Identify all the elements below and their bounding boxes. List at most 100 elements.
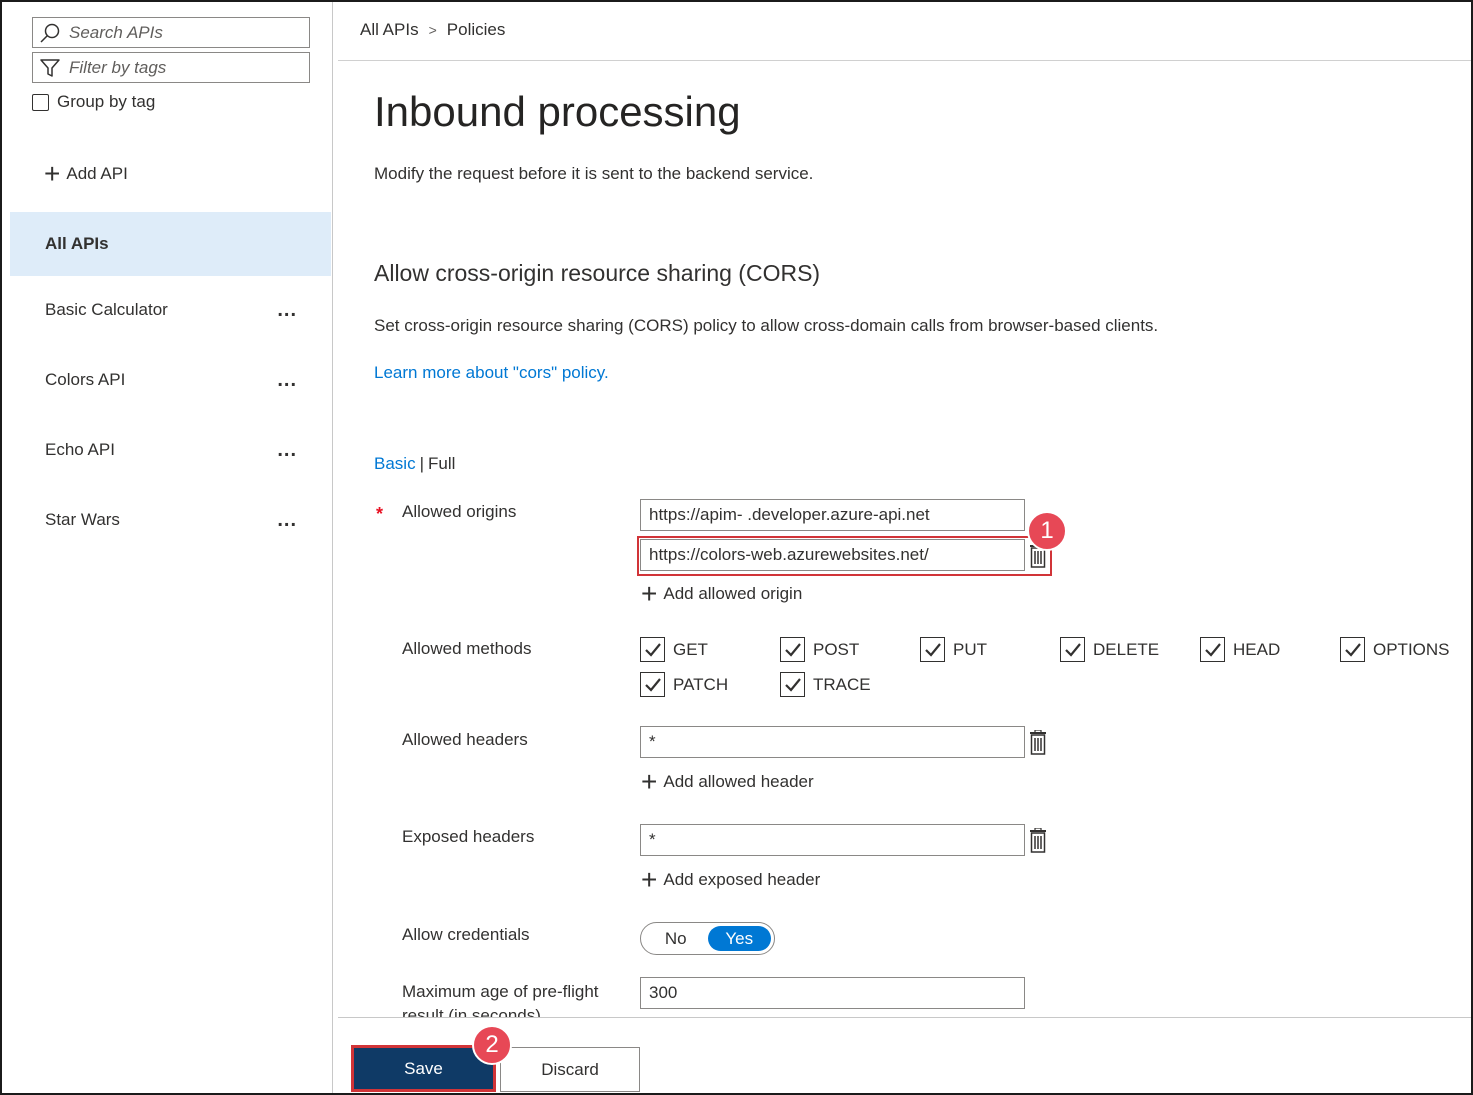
mode-separator: |	[419, 454, 424, 473]
required-marker: *	[376, 504, 384, 524]
add-api-label: Add API	[66, 164, 128, 183]
method-label: TRACE	[813, 674, 871, 694]
filter-tags-placeholder: Filter by tags	[69, 57, 167, 77]
plus-icon: +	[44, 158, 61, 189]
add-api-button[interactable]: + Add API	[44, 158, 128, 189]
callout-badge-2: 2	[472, 1025, 512, 1065]
checkbox-checked[interactable]	[780, 672, 805, 697]
exposed-headers-input[interactable]: *	[640, 824, 1025, 856]
add-allowed-origin-button[interactable]: + Add allowed origin	[641, 578, 803, 609]
sidebar-item-label: Basic Calculator	[45, 300, 168, 319]
plus-icon: +	[641, 578, 658, 609]
divider	[338, 60, 1471, 61]
max-age-input[interactable]: 300	[640, 977, 1025, 1009]
plus-icon: +	[641, 766, 658, 797]
method-trace-checkbox[interactable]: TRACE	[780, 672, 871, 697]
sidebar-item-basic-calculator[interactable]: Basic Calculator ...	[10, 278, 331, 342]
method-post-checkbox[interactable]: POST	[780, 637, 859, 662]
group-by-tag-label: Group by tag	[57, 92, 156, 111]
method-label: GET	[673, 639, 708, 659]
more-options-icon[interactable]: ...	[277, 488, 297, 552]
discard-button[interactable]: Discard	[500, 1047, 640, 1092]
filter-tags-input[interactable]: Filter by tags	[32, 52, 310, 83]
plus-icon: +	[641, 864, 658, 895]
breadcrumb-all-apis[interactable]: All APIs	[360, 20, 419, 40]
check-icon	[924, 642, 941, 657]
more-options-icon[interactable]: ...	[277, 278, 297, 342]
add-allowed-header-button[interactable]: + Add allowed header	[641, 766, 814, 797]
highlight-box-origin	[637, 536, 1052, 576]
trash-icon[interactable]	[1027, 730, 1049, 756]
toggle-option-no[interactable]: No	[644, 926, 708, 951]
checkbox-checked[interactable]	[640, 672, 665, 697]
callout-badge-1: 1	[1027, 511, 1067, 551]
check-icon	[644, 677, 661, 692]
allow-credentials-label: Allow credentials	[402, 925, 530, 944]
checkbox-checked[interactable]	[920, 637, 945, 662]
method-get-checkbox[interactable]: GET	[640, 637, 708, 662]
page-subtitle: Modify the request before it is sent to …	[374, 164, 814, 183]
check-icon	[644, 642, 661, 657]
breadcrumb-separator: >	[428, 22, 437, 38]
trash-icon[interactable]	[1027, 828, 1049, 854]
method-patch-checkbox[interactable]: PATCH	[640, 672, 728, 697]
search-apis-input[interactable]: Search APIs	[32, 17, 310, 48]
group-by-tag-checkbox[interactable]: Group by tag	[32, 92, 155, 112]
method-head-checkbox[interactable]: HEAD	[1200, 637, 1280, 662]
checkbox-box[interactable]	[32, 93, 49, 111]
breadcrumb-policies[interactable]: Policies	[447, 20, 506, 40]
search-apis-placeholder: Search APIs	[69, 22, 163, 42]
allowed-headers-label: Allowed headers	[402, 730, 528, 749]
method-label: PUT	[953, 639, 987, 659]
method-put-checkbox[interactable]: PUT	[920, 637, 987, 662]
check-icon	[784, 677, 801, 692]
check-icon	[784, 642, 801, 657]
method-label: OPTIONS	[1373, 639, 1450, 659]
add-exposed-header-label: Add exposed header	[663, 870, 821, 889]
checkbox-checked[interactable]	[1060, 637, 1085, 662]
check-icon	[1344, 642, 1361, 657]
allowed-methods-label: Allowed methods	[402, 639, 532, 658]
more-options-icon[interactable]: ...	[277, 418, 297, 482]
toggle-option-yes[interactable]: Yes	[707, 926, 771, 951]
sidebar-item-all-apis[interactable]: All APIs	[10, 212, 331, 276]
cors-section-title: Allow cross-origin resource sharing (COR…	[374, 260, 821, 286]
exposed-headers-label: Exposed headers	[402, 827, 535, 846]
origin-input-1[interactable]: https://apim- .developer.azure-api.net	[640, 499, 1025, 531]
mode-switch: Basic | Full	[374, 454, 455, 474]
sidebar-item-label: Star Wars	[45, 510, 120, 529]
max-age-label-line1: Maximum age of pre-flight	[402, 982, 599, 1001]
checkbox-checked[interactable]	[780, 637, 805, 662]
more-options-icon[interactable]: ...	[277, 348, 297, 412]
checkbox-checked[interactable]	[640, 637, 665, 662]
filter-icon	[40, 58, 60, 77]
sidebar-item-star-wars[interactable]: Star Wars ...	[10, 488, 331, 552]
allow-credentials-toggle[interactable]: No Yes	[640, 922, 775, 955]
sidebar-item-colors-api[interactable]: Colors API ...	[10, 348, 331, 412]
checkbox-checked[interactable]	[1200, 637, 1225, 662]
method-options-checkbox[interactable]: OPTIONS	[1340, 637, 1450, 662]
mode-basic-link[interactable]: Basic	[374, 454, 416, 474]
method-label: POST	[813, 639, 860, 659]
page-title: Inbound processing	[374, 88, 741, 135]
mode-full-label[interactable]: Full	[428, 454, 455, 474]
add-allowed-origin-label: Add allowed origin	[663, 584, 803, 603]
method-label: HEAD	[1233, 639, 1281, 659]
sidebar-item-label: All APIs	[45, 234, 109, 253]
api-sidebar: Search APIs Filter by tags Group by tag …	[2, 2, 333, 1093]
method-delete-checkbox[interactable]: DELETE	[1060, 637, 1159, 662]
cors-description: Set cross-origin resource sharing (CORS)…	[374, 316, 1159, 335]
learn-more-link[interactable]: Learn more about "cors" policy.	[374, 363, 609, 383]
checkbox-checked[interactable]	[1340, 637, 1365, 662]
search-icon	[40, 23, 60, 43]
sidebar-item-echo-api[interactable]: Echo API ...	[10, 418, 331, 482]
add-allowed-header-label: Add allowed header	[663, 772, 814, 791]
allowed-headers-input[interactable]: *	[640, 726, 1025, 758]
sidebar-item-label: Colors API	[45, 370, 126, 389]
allowed-origins-label: Allowed origins	[402, 502, 517, 521]
divider	[338, 1017, 1471, 1018]
method-label: PATCH	[673, 674, 729, 694]
sidebar-item-label: Echo API	[45, 440, 115, 459]
method-label: DELETE	[1093, 639, 1160, 659]
add-exposed-header-button[interactable]: + Add exposed header	[641, 864, 821, 895]
